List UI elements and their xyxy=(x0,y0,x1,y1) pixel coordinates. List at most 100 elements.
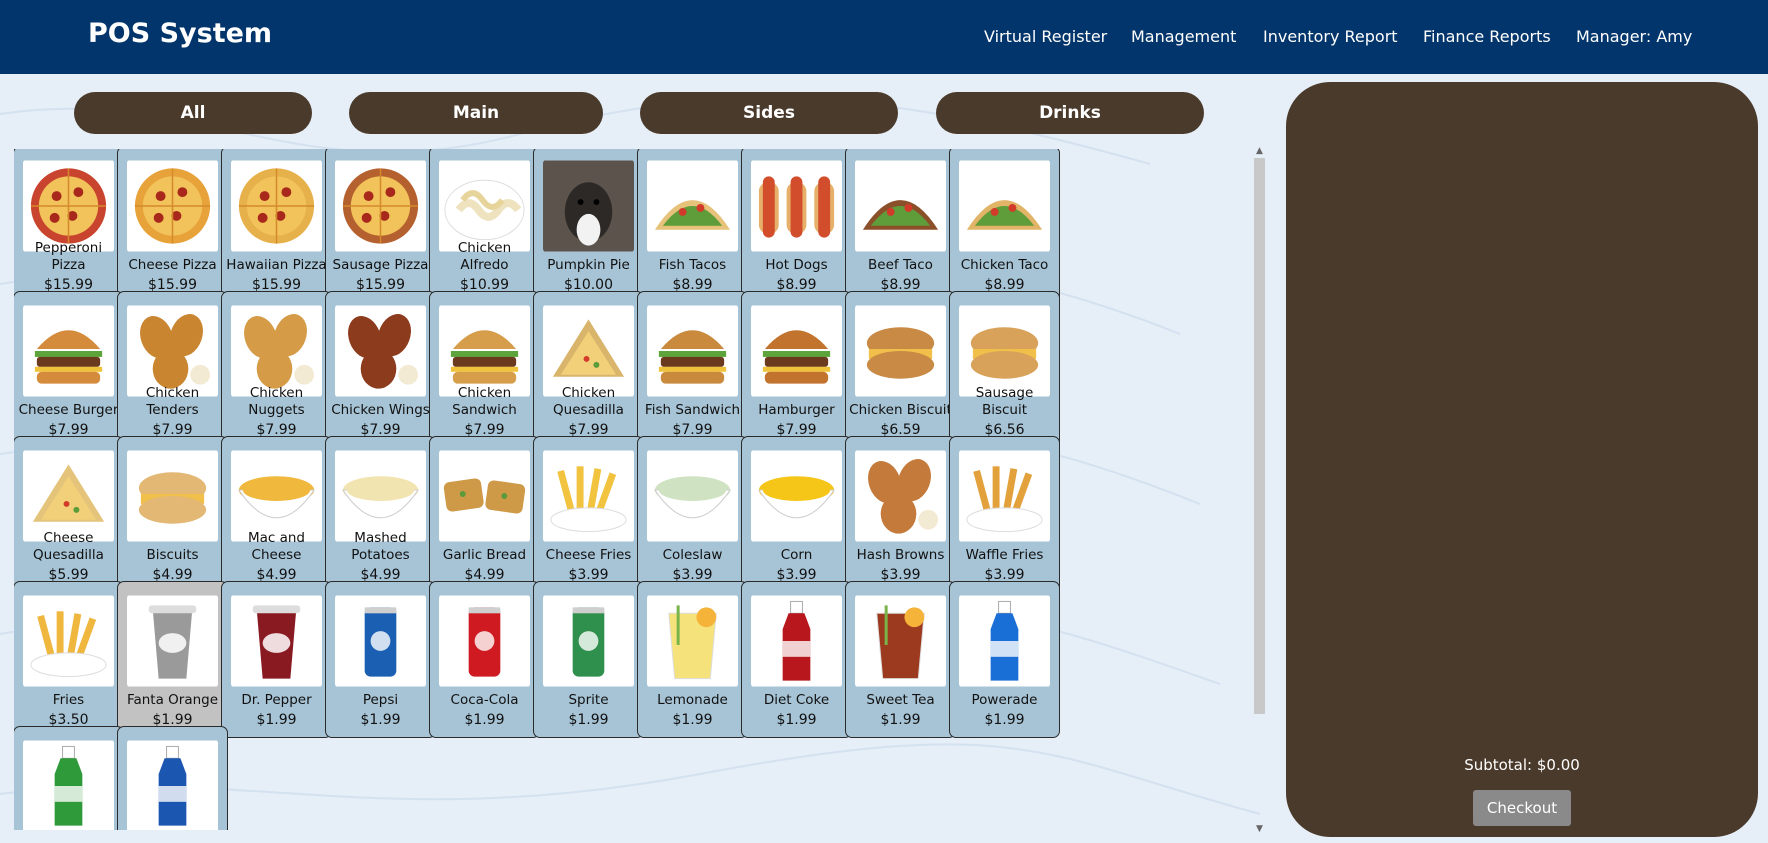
menu-item-name: Beef Taco xyxy=(868,257,933,273)
menu-item-pepsi[interactable]: Pepsi $1.99 xyxy=(325,581,436,738)
menu-item-name: Powerade xyxy=(971,692,1038,708)
bottle-icon xyxy=(127,740,218,830)
menu-item-beef-taco[interactable]: Beef Taco $8.99 xyxy=(845,149,956,303)
scroll-up-icon[interactable]: ▲ xyxy=(1253,146,1266,156)
biscuit-icon xyxy=(959,305,1050,397)
menu-item-name: Chicken Quesadilla xyxy=(553,385,624,418)
nav-manager-amy[interactable]: Manager: Amy xyxy=(1576,27,1692,46)
checkout-button[interactable]: Checkout xyxy=(1473,790,1571,826)
menu-item-lemonade[interactable]: Lemonade $1.99 xyxy=(637,581,748,738)
menu-item-name: Chicken Taco xyxy=(960,257,1049,273)
menu-item-corn[interactable]: Corn $3.99 xyxy=(741,436,852,593)
menu-item-fish-sandwich[interactable]: Fish Sandwich $7.99 xyxy=(637,291,748,448)
menu-item-sprite[interactable]: Sprite $1.99 xyxy=(533,581,644,738)
menu-item-chicken-nuggets[interactable]: Chicken Nuggets $7.99 xyxy=(221,291,332,448)
category-drinks-button[interactable]: Drinks xyxy=(936,92,1204,134)
menu-item-partial-item-41[interactable] xyxy=(117,726,228,830)
menu-item-name: Garlic Bread xyxy=(442,547,527,563)
cup-icon xyxy=(231,595,322,687)
can-icon xyxy=(439,595,530,687)
menu-item-dr-pepper[interactable]: Dr. Pepper $1.99 xyxy=(221,581,332,738)
can-icon xyxy=(335,595,426,687)
category-main-button[interactable]: Main xyxy=(349,92,603,134)
taco-icon xyxy=(855,160,946,252)
nav-virtual-register[interactable]: Virtual Register xyxy=(984,27,1107,46)
bottle-icon xyxy=(751,595,842,687)
nav-inventory-report[interactable]: Inventory Report xyxy=(1263,27,1398,46)
menu-item-sausage-biscuit[interactable]: Sausage Biscuit $6.56 xyxy=(949,291,1060,448)
menu-item-hawaiian-pizza[interactable]: Hawaiian Pizza $15.99 xyxy=(221,149,332,303)
menu-item-chicken-quesadilla[interactable]: Chicken Quesadilla $7.99 xyxy=(533,291,644,448)
menu-item-hot-dogs[interactable]: Hot Dogs $8.99 xyxy=(741,149,852,303)
dog-photo-icon xyxy=(543,160,634,252)
bottle-icon xyxy=(959,595,1050,687)
menu-item-price: $1.99 xyxy=(256,712,297,728)
menu-item-fanta-orange[interactable]: Fanta Orange $1.99 xyxy=(117,581,228,738)
menu-item-price: $1.99 xyxy=(360,712,401,728)
bowl-icon xyxy=(751,450,842,542)
menu-item-coca-cola[interactable]: Coca-Cola $1.99 xyxy=(429,581,540,738)
menu-item-cheese-pizza[interactable]: Cheese Pizza $15.99 xyxy=(117,149,228,303)
menu-item-name: Cheese Pizza xyxy=(128,257,217,273)
pizza-icon xyxy=(335,160,426,252)
menu-item-partial-item-40[interactable] xyxy=(14,726,124,830)
pizza-icon xyxy=(23,160,114,252)
nav-finance-reports[interactable]: Finance Reports xyxy=(1423,27,1551,46)
menu-item-pumpkin-pie[interactable]: Pumpkin Pie $10.00 xyxy=(533,149,644,303)
menu-grid: Pepperoni Pizza $15.99 Cheese Pizza $15.99… xyxy=(14,149,1184,830)
menu-item-mashed-potatoes[interactable]: Mashed Potatoes $4.99 xyxy=(325,436,436,593)
scroll-thumb[interactable] xyxy=(1254,158,1265,714)
bowl-icon xyxy=(335,450,426,542)
menu-item-sausage-pizza[interactable]: Sausage Pizza $15.99 xyxy=(325,149,436,303)
menu-item-diet-coke[interactable]: Diet Coke $1.99 xyxy=(741,581,852,738)
menu-item-chicken-sandwich[interactable]: Chicken Sandwich $7.99 xyxy=(429,291,540,448)
menu-item-price: $1.99 xyxy=(984,712,1025,728)
menu-item-pepperoni-pizza[interactable]: Pepperoni Pizza $15.99 xyxy=(14,149,124,303)
bowl-icon xyxy=(647,450,738,542)
category-all-button[interactable]: All xyxy=(74,92,312,134)
wings-icon xyxy=(335,305,426,397)
menu-item-price: $1.99 xyxy=(464,712,505,728)
pizza-icon xyxy=(127,160,218,252)
category-sides-button[interactable]: Sides xyxy=(640,92,898,134)
hotdog-icon xyxy=(751,160,842,252)
menu-item-coleslaw[interactable]: Coleslaw $3.99 xyxy=(637,436,748,593)
menu-item-cheese-burger[interactable]: Cheese Burger $7.99 xyxy=(14,291,124,448)
menu-item-name: Corn xyxy=(780,547,813,563)
menu-item-waffle-fries[interactable]: Waffle Fries $3.99 xyxy=(949,436,1060,593)
order-panel: Subtotal: $0.00 Checkout xyxy=(1286,82,1758,837)
nav-management[interactable]: Management xyxy=(1131,27,1236,46)
menu-item-name: Sausage Biscuit xyxy=(975,385,1034,418)
menu-item-price: $1.99 xyxy=(776,712,817,728)
menu-item-hash-browns[interactable]: Hash Browns $3.99 xyxy=(845,436,956,593)
menu-item-sweet-tea[interactable]: Sweet Tea $1.99 xyxy=(845,581,956,738)
menu-item-chicken-wings[interactable]: Chicken Wings $7.99 xyxy=(325,291,436,448)
bowl-icon xyxy=(231,450,322,542)
menu-item-hamburger[interactable]: Hamburger $7.99 xyxy=(741,291,852,448)
menu-item-chicken-taco[interactable]: Chicken Taco $8.99 xyxy=(949,149,1060,303)
menu-item-name: Hamburger xyxy=(758,402,835,418)
biscuit-icon xyxy=(127,450,218,542)
menu-item-garlic-bread[interactable]: Garlic Bread $4.99 xyxy=(429,436,540,593)
scroll-down-icon[interactable]: ▼ xyxy=(1253,824,1266,834)
app-title: POS System xyxy=(88,18,273,49)
quesadilla-icon xyxy=(23,450,114,542)
menu-item-name: Sprite xyxy=(568,692,609,708)
glass-icon xyxy=(647,595,738,687)
menu-item-chicken-biscuit[interactable]: Chicken Biscuit $6.59 xyxy=(845,291,956,448)
menu-item-name: Fanta Orange xyxy=(126,692,219,708)
menu-item-biscuits[interactable]: Biscuits $4.99 xyxy=(117,436,228,593)
menu-item-powerade[interactable]: Powerade $1.99 xyxy=(949,581,1060,738)
menu-item-fish-tacos[interactable]: Fish Tacos $8.99 xyxy=(637,149,748,303)
menu-item-name: Pumpkin Pie xyxy=(547,257,630,273)
menu-item-chicken-tenders[interactable]: Chicken Tenders $7.99 xyxy=(117,291,228,448)
menu-item-mac-and-cheese[interactable]: Mac and Cheese $4.99 xyxy=(221,436,332,593)
bread-icon xyxy=(439,450,530,542)
menu-item-cheese-fries[interactable]: Cheese Fries $3.99 xyxy=(533,436,644,593)
menu-item-fries[interactable]: Fries $3.50 xyxy=(14,581,124,738)
menu-item-name: Cheese Burger xyxy=(18,402,119,418)
menu-item-chicken-alfredo[interactable]: Chicken Alfredo $10.99 xyxy=(429,149,540,303)
subtotal-text: Subtotal: $0.00 xyxy=(1464,756,1580,774)
scrollbar[interactable]: ▲ ▼ xyxy=(1253,146,1266,834)
menu-item-cheese-quesadilla[interactable]: Cheese Quesadilla $5.99 xyxy=(14,436,124,593)
